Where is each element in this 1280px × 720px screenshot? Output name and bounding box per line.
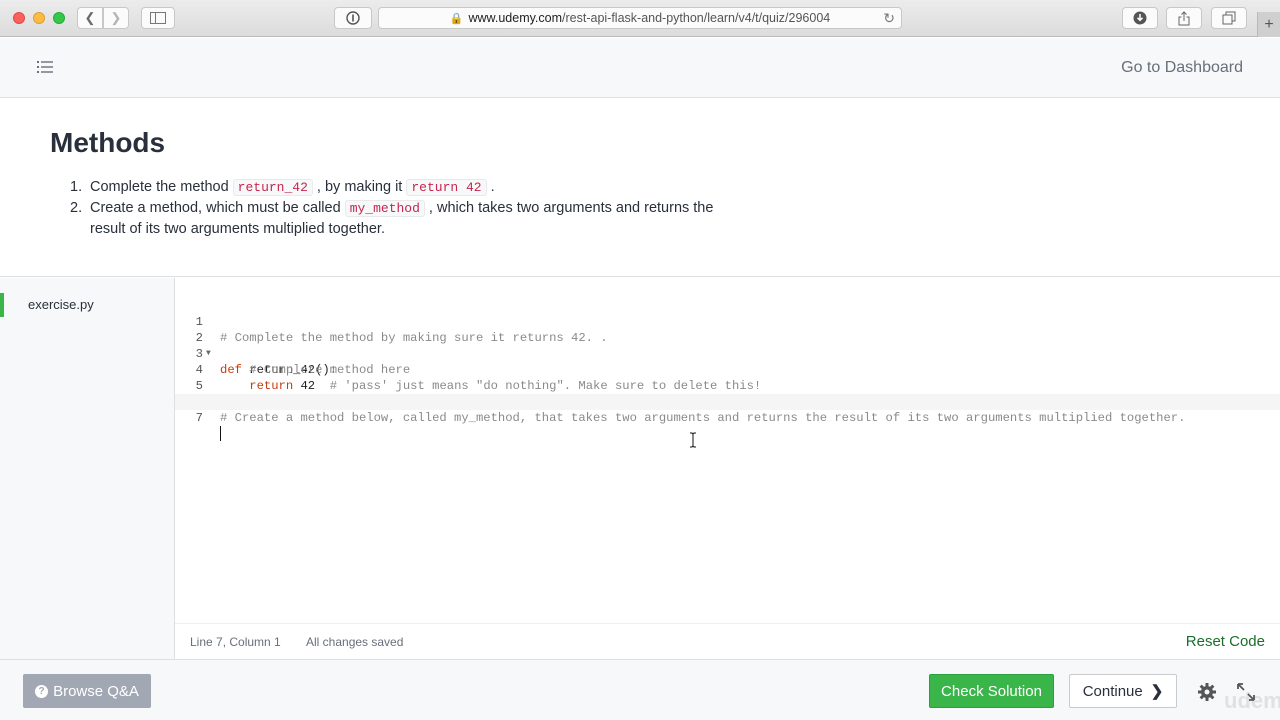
fullscreen-window-button[interactable] [53, 12, 65, 24]
code-line: 3 # Complete method here [175, 330, 1280, 377]
page-title: Methods [50, 127, 166, 158]
code-comment: # Create a method below, called my_metho… [220, 411, 1186, 425]
code-line: 1 # Complete the method by making sure i… [175, 298, 1280, 345]
forward-button[interactable]: ❯ [103, 7, 129, 29]
file-tab-exercise[interactable]: exercise.py [0, 293, 175, 317]
instruction-text: Complete the method return_42 , by makin… [90, 177, 495, 198]
new-tab-button[interactable]: + [1257, 12, 1280, 37]
instruction-text: Create a method, which must be called my… [90, 198, 740, 239]
download-icon [1133, 11, 1147, 25]
list-icon[interactable] [36, 58, 54, 76]
chevron-right-icon: ❯ [110, 10, 122, 25]
close-window-button[interactable] [13, 12, 25, 24]
cursor-position: Line 7, Column 1 [190, 635, 281, 649]
instruction-number: 1. [70, 179, 83, 195]
text-cursor [220, 426, 221, 441]
instruction-list: 1. Complete the method return_42 , by ma… [70, 177, 740, 239]
sidebar-icon [150, 12, 166, 24]
go-to-dashboard-link[interactable]: Go to Dashboard [1121, 59, 1243, 77]
instruction-text-part: Create a method, which must be called [90, 200, 345, 216]
code-line: 4 return 42 # 'pass' just means "do noth… [175, 346, 1280, 393]
instruction-number: 2. [70, 200, 83, 216]
continue-label: Continue [1082, 682, 1143, 700]
inline-code: my_method [344, 200, 425, 217]
check-solution-button[interactable]: Check Solution [929, 674, 1054, 708]
inline-code: return_42 [232, 179, 313, 196]
chevron-left-icon: ❮ [84, 10, 96, 25]
editor-status-bar: Line 7, Column 1 All changes saved Reset… [175, 623, 1280, 659]
tab-overview-button[interactable] [1211, 7, 1247, 29]
reader-button[interactable] [334, 7, 372, 29]
quiz-instructions: Methods 1. Complete the method return_42… [0, 99, 1280, 277]
code-line: 5 [175, 362, 1280, 393]
tabs-icon [1222, 11, 1236, 25]
downloads-button[interactable] [1122, 7, 1158, 29]
file-list: exercise.py [0, 278, 175, 659]
line-content: # Create a method below, called my_metho… [220, 410, 1185, 426]
line-number: 7 [195, 411, 203, 425]
instruction-item: 1. Complete the method return_42 , by ma… [70, 177, 740, 198]
quiz-footer: ? Browse Q&A Check Solution Continue ❯ [0, 659, 1280, 720]
instruction-item: 2. Create a method, which must be called… [70, 198, 740, 239]
ibeam-cursor-icon [690, 432, 696, 448]
instruction-text-part: . [486, 179, 495, 195]
reload-icon[interactable]: ↻ [883, 10, 895, 27]
gear-icon[interactable] [1197, 682, 1217, 702]
sidebar-toggle-button[interactable] [141, 7, 175, 29]
instruction-text-part: , by making it [312, 179, 407, 195]
instruction-text-part: Complete the method [90, 179, 233, 195]
lock-icon: 🔒 [449, 12, 464, 25]
save-status: All changes saved [306, 635, 404, 649]
url-path: /rest-api-flask-and-python/learn/v4/t/qu… [562, 11, 831, 25]
reset-code-button[interactable]: Reset Code [1186, 633, 1265, 650]
info-icon [346, 11, 360, 25]
url-host: www.udemy.com [468, 11, 563, 25]
code-editor[interactable]: 1 # Complete the method by making sure i… [175, 278, 1280, 623]
code-line: 2 ▼ def return_42(): [175, 314, 1280, 377]
code-line: 6 # Create a method below, called my_met… [175, 378, 1280, 425]
code-line-active: 7 [175, 394, 1280, 441]
back-button[interactable]: ❮ [77, 7, 103, 29]
browse-qa-button[interactable]: ? Browse Q&A [23, 674, 151, 708]
address-bar[interactable]: 🔒 www.udemy.com/rest-api-flask-and-pytho… [378, 7, 902, 29]
continue-button[interactable]: Continue ❯ [1069, 674, 1177, 708]
share-button[interactable] [1166, 7, 1202, 29]
share-icon [1178, 10, 1190, 25]
check-solution-label: Check Solution [941, 682, 1042, 700]
chevron-right-icon: ❯ [1150, 683, 1164, 700]
udemy-watermark: udemy [1224, 688, 1280, 713]
minimize-window-button[interactable] [33, 12, 45, 24]
browser-toolbar: ❮ ❯ 🔒 www.udemy.com/rest-api-flask-and-p… [0, 0, 1280, 37]
course-header: Go to Dashboard [0, 38, 1280, 98]
browse-qa-label: Browse Q&A [53, 682, 139, 700]
plus-icon: + [1264, 15, 1274, 33]
inline-code: return 42 [406, 179, 487, 196]
question-icon: ? [35, 684, 49, 698]
